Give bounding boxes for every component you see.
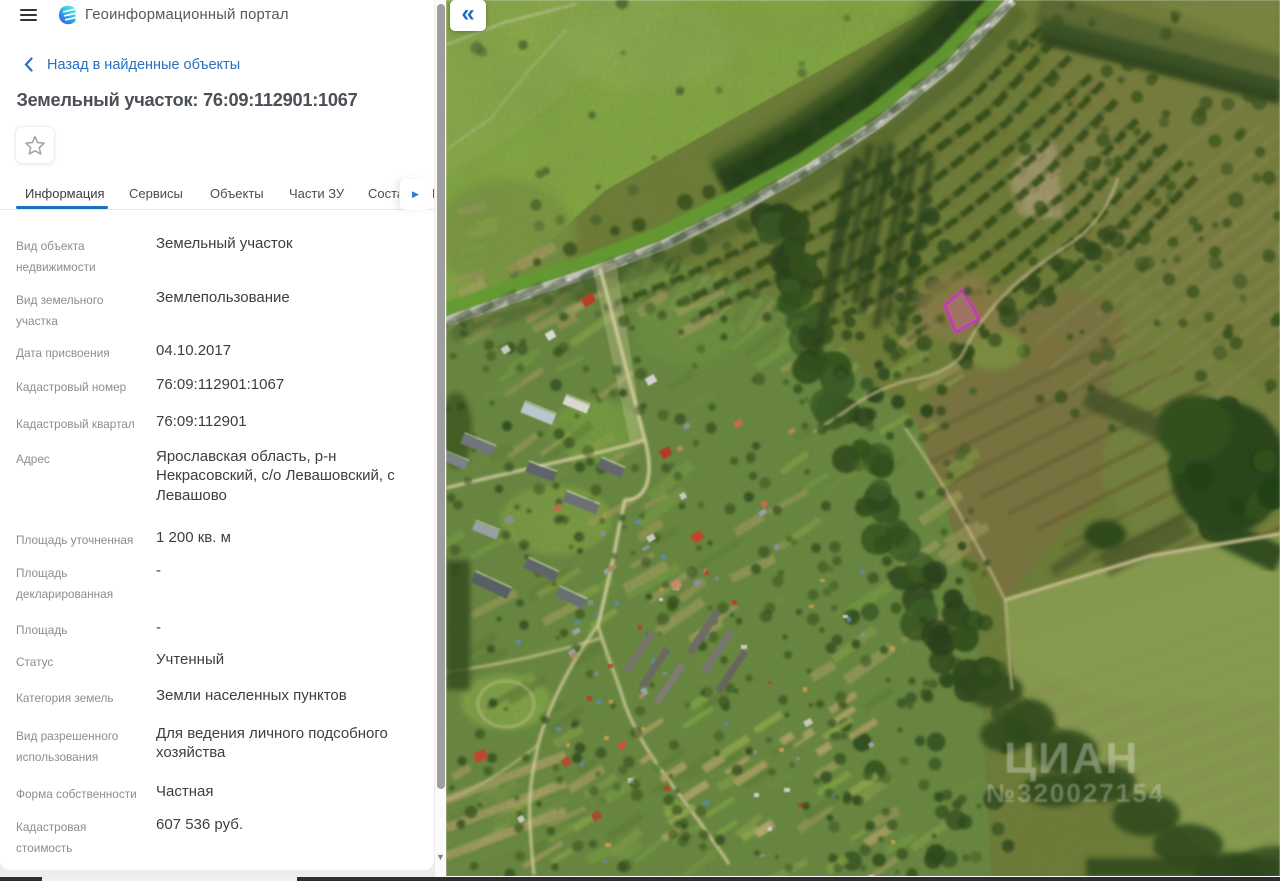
svg-text:ЦИАН: ЦИАН [1004, 734, 1139, 783]
svg-text:№320027154: №320027154 [986, 778, 1165, 808]
